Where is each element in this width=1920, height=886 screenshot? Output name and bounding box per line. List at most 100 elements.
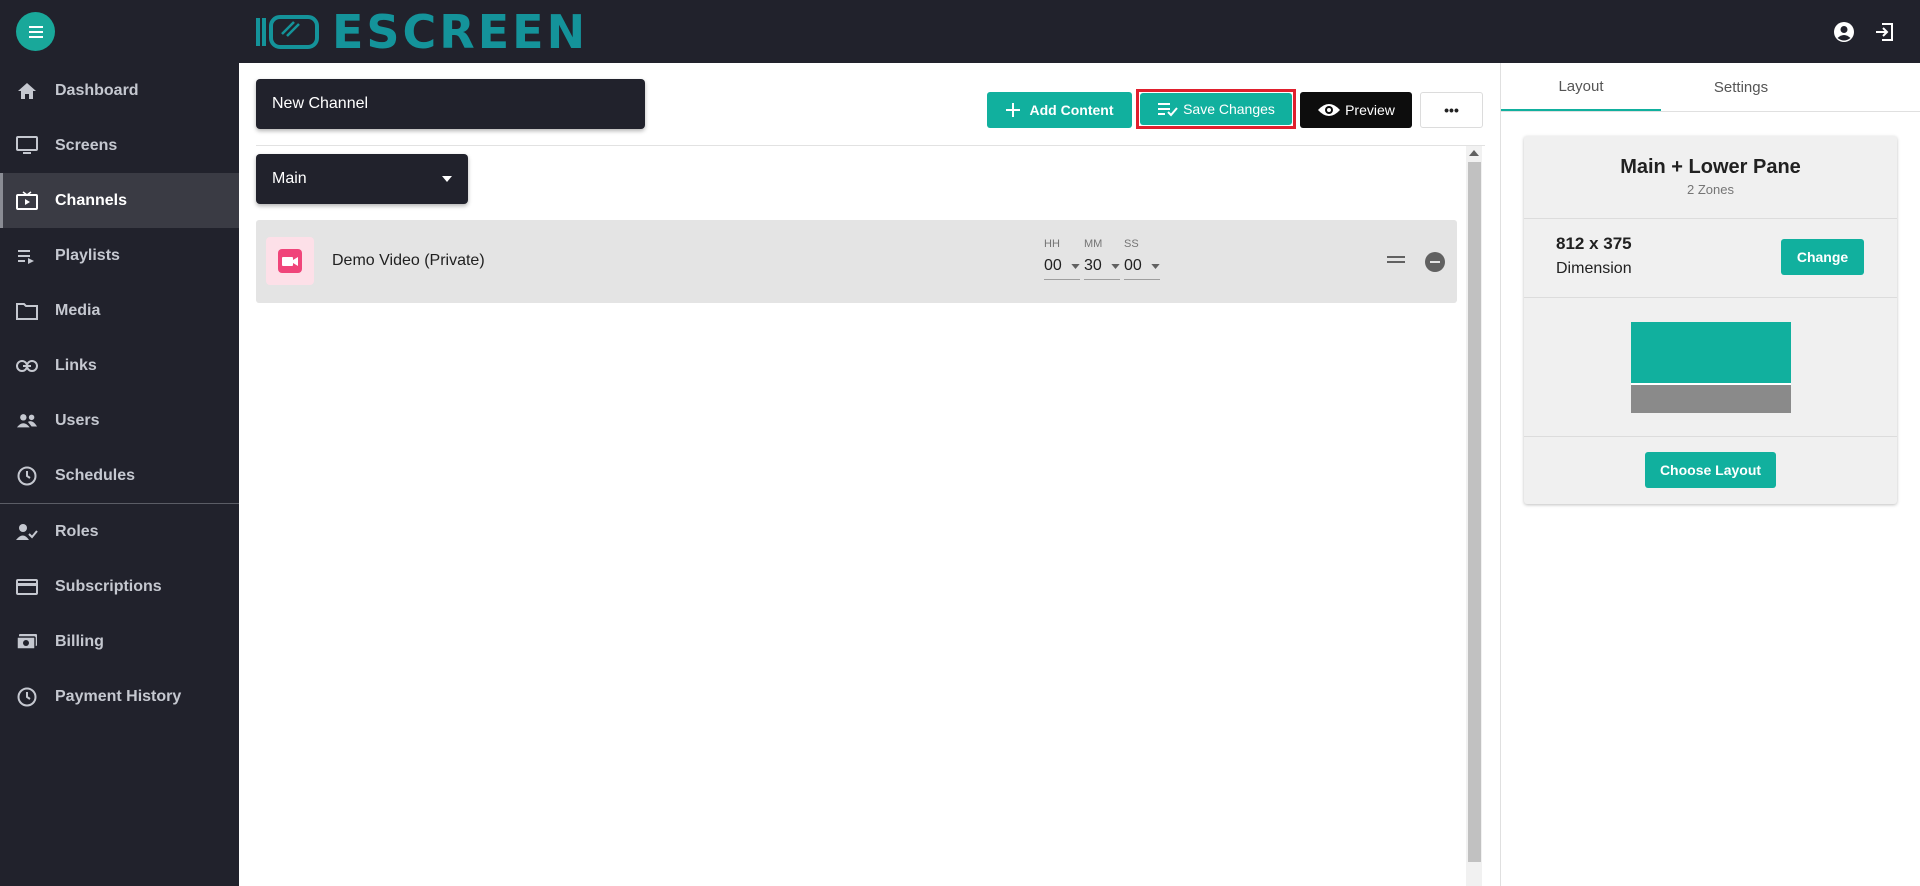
sidebar-item-subscriptions[interactable]: Subscriptions: [0, 559, 239, 614]
sidebar-item-label: Dashboard: [55, 81, 139, 99]
seconds-select[interactable]: 00: [1124, 253, 1160, 280]
eye-icon: [1318, 104, 1341, 116]
duration-minutes[interactable]: MM 30: [1084, 238, 1120, 280]
app-logo[interactable]: ESCREEN: [254, 8, 588, 56]
hours-select[interactable]: 00: [1044, 253, 1080, 280]
plus-icon: [1005, 103, 1020, 117]
sidebar-item-playlists[interactable]: Playlists: [0, 228, 239, 283]
choose-layout-label: Choose Layout: [1659, 462, 1762, 478]
sidebar-item-roles[interactable]: Roles: [0, 504, 239, 559]
tab-layout-label: Layout: [1558, 77, 1604, 95]
zone-select-value: Main: [272, 170, 307, 187]
account-circle-icon: [1834, 22, 1854, 42]
seconds-label: SS: [1124, 238, 1139, 250]
tab-layout[interactable]: Layout: [1501, 63, 1661, 111]
playlist-check-icon: [1158, 103, 1178, 117]
logo-text: ESCREEN: [332, 5, 589, 59]
minutes-select[interactable]: 30: [1084, 253, 1120, 280]
duration-seconds[interactable]: SS 00: [1124, 238, 1160, 280]
card-divider: [1524, 218, 1897, 219]
right-panel-border: [1500, 63, 1501, 886]
more-options-button[interactable]: •••: [1420, 92, 1483, 128]
preview-label: Preview: [1345, 102, 1395, 118]
video-camera-icon: [278, 249, 302, 273]
content-thumbnail: [266, 237, 314, 285]
sidebar: Dashboard Screens Channels Playlists Med…: [0, 63, 239, 886]
tab-settings[interactable]: Settings: [1661, 63, 1821, 111]
caret-down-icon: [1151, 263, 1160, 269]
minutes-label: MM: [1084, 238, 1103, 250]
minutes-value: 30: [1084, 257, 1102, 274]
layout-preview-main-zone: [1631, 322, 1791, 385]
link-icon: [16, 355, 38, 377]
sidebar-item-dashboard[interactable]: Dashboard: [0, 63, 239, 118]
change-label: Change: [1796, 249, 1849, 265]
choose-layout-button[interactable]: Choose Layout: [1645, 452, 1776, 488]
remove-item-icon[interactable]: [1425, 252, 1445, 272]
layout-title: Main + Lower Pane: [1620, 156, 1801, 178]
sidebar-item-media[interactable]: Media: [0, 283, 239, 338]
layout-card: Main + Lower Pane 2 Zones 812 x 375 Dime…: [1524, 136, 1897, 504]
card-divider: [1524, 297, 1897, 298]
clock-icon: [16, 465, 38, 487]
hamburger-menu-icon: [28, 25, 43, 38]
hours-label: HH: [1044, 238, 1060, 250]
sidebar-item-label: Payment History: [55, 687, 182, 705]
sidebar-item-billing[interactable]: Billing: [0, 614, 239, 669]
sidebar-item-schedules[interactable]: Schedules: [0, 448, 239, 503]
more-options-icon: •••: [1444, 102, 1459, 118]
account-button[interactable]: [1832, 20, 1856, 44]
add-content-label: Add Content: [1029, 102, 1114, 118]
preview-button[interactable]: Preview: [1300, 92, 1412, 128]
sidebar-item-screens[interactable]: Screens: [0, 118, 239, 173]
sidebar-item-label: Roles: [55, 522, 99, 540]
sidebar-item-payment-history[interactable]: Payment History: [0, 669, 239, 724]
sidebar-item-users[interactable]: Users: [0, 393, 239, 448]
duration-hours[interactable]: HH 00: [1044, 238, 1080, 280]
playlist-icon: [16, 245, 38, 267]
caret-down-icon: [442, 176, 452, 182]
sidebar-item-channels[interactable]: Channels: [0, 173, 239, 228]
monitor-icon: [16, 135, 38, 157]
hours-value: 00: [1044, 257, 1062, 274]
sidebar-item-links[interactable]: Links: [0, 338, 239, 393]
add-content-button[interactable]: Add Content: [987, 92, 1132, 128]
sidebar-item-label: Subscriptions: [55, 577, 162, 595]
sidebar-item-label: Playlists: [55, 246, 120, 264]
change-dimension-button[interactable]: Change: [1781, 239, 1864, 275]
menu-button[interactable]: [16, 12, 55, 51]
sidebar-item-label: Screens: [55, 136, 118, 154]
sidebar-item-label: Links: [55, 356, 97, 374]
content-title: Demo Video (Private): [332, 252, 485, 269]
sidebar-item-label: Users: [55, 411, 100, 429]
content-scrollbar-thumb[interactable]: [1468, 162, 1481, 862]
channel-name-input[interactable]: New Channel: [256, 79, 645, 129]
caret-down-icon: [1111, 263, 1120, 269]
drag-handle-icon[interactable]: [1387, 256, 1405, 264]
sidebar-item-label: Billing: [55, 632, 104, 650]
layout-preview: [1631, 322, 1791, 413]
logout-icon: [1876, 23, 1893, 41]
user-check-icon: [16, 521, 38, 543]
content-list-item[interactable]: Demo Video (Private) HH 00 MM 30 SS 00: [256, 220, 1457, 303]
dimension-label: Dimension: [1556, 260, 1632, 277]
home-icon: [16, 80, 38, 102]
tab-settings-label: Settings: [1713, 78, 1769, 96]
history-icon: [16, 686, 38, 708]
seconds-value: 00: [1124, 257, 1142, 274]
toolbar-divider: [256, 145, 1485, 146]
cash-icon: [16, 631, 38, 653]
card-divider: [1524, 436, 1897, 437]
scroll-up-arrow-icon[interactable]: [1469, 150, 1479, 156]
zone-select[interactable]: Main: [256, 154, 468, 204]
users-icon: [16, 410, 38, 432]
sidebar-item-label: Schedules: [55, 466, 136, 484]
top-bar: ESCREEN: [0, 0, 1920, 63]
dimension-value: 812 x 375: [1556, 234, 1632, 253]
sidebar-item-label: Media: [55, 301, 101, 319]
logout-button[interactable]: [1872, 20, 1896, 44]
credit-card-icon: [16, 576, 38, 598]
sidebar-item-label: Channels: [55, 191, 128, 209]
save-changes-button[interactable]: Save Changes: [1140, 93, 1292, 125]
tabs-divider: [1501, 111, 1920, 112]
